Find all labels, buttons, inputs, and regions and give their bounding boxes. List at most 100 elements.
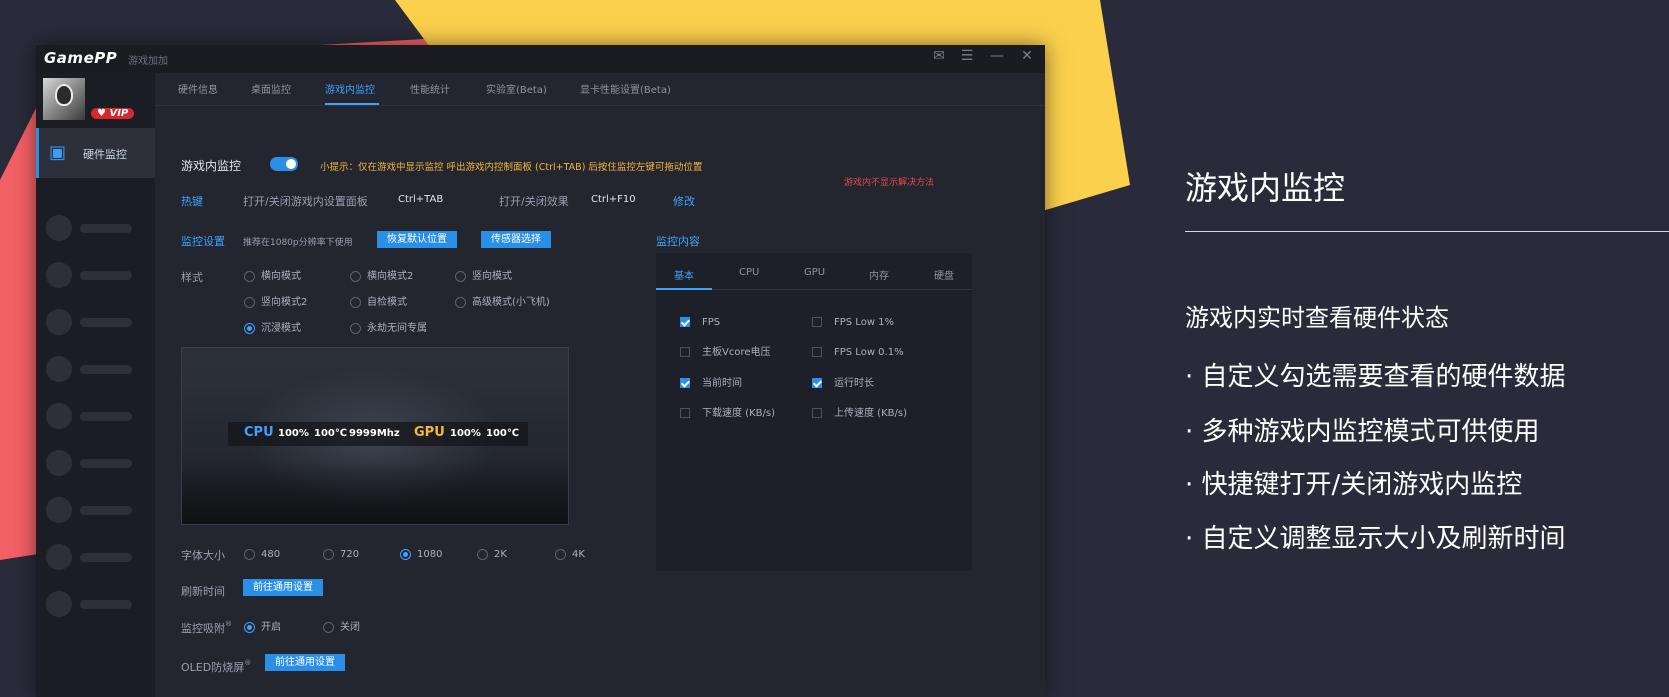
- preview-overlay-bar: CPU 100% 100℃ 9999Mhz GPU 100% 100℃: [228, 422, 528, 446]
- tab-gpu-settings[interactable]: 显卡性能设置(Beta): [580, 81, 671, 96]
- sidebar-placeholder-item[interactable]: [46, 309, 146, 335]
- tab-lab[interactable]: 实验室(Beta): [486, 81, 547, 96]
- app-subtitle: 游戏加加: [128, 56, 168, 67]
- content-tab-basic[interactable]: 基本: [674, 267, 694, 282]
- tab-ingame-monitor[interactable]: 游戏内监控: [325, 81, 375, 96]
- style-radio-naraka[interactable]: 永劫无间专属: [350, 323, 427, 335]
- snap-radio-on[interactable]: 开启: [244, 622, 281, 634]
- preview-cpu-usage: 100%: [278, 428, 309, 439]
- promo-bullet: · 多种游戏内监控模式可供使用: [1185, 417, 1540, 447]
- sidebar-item-label: 硬件监控: [83, 148, 127, 161]
- preview-cpu-label: CPU: [244, 425, 274, 440]
- resolution-hint: 推荐在1080p分辨率下使用: [243, 238, 353, 248]
- overlay-preview: CPU 100% 100℃ 9999Mhz GPU 100% 100℃: [181, 347, 569, 525]
- font-size-radio-720[interactable]: 720: [323, 549, 359, 561]
- content-tab-disk[interactable]: 硬盘: [934, 267, 954, 282]
- mail-icon[interactable]: ✉: [929, 48, 949, 64]
- font-size-radio-480[interactable]: 480: [244, 549, 280, 561]
- sidebar-placeholder-item[interactable]: [46, 356, 146, 382]
- top-tabs: 硬件信息 桌面监控 游戏内监控 性能统计 实验室(Beta) 显卡性能设置(Be…: [155, 73, 1045, 106]
- content-tab-memory[interactable]: 内存: [869, 267, 889, 282]
- sidebar-placeholder-item[interactable]: [46, 497, 146, 523]
- style-radio-advanced[interactable]: 高级模式(小飞机): [455, 297, 550, 309]
- font-size-radio-1080[interactable]: 1080: [400, 549, 442, 561]
- promo-bullet: · 自定义调整显示大小及刷新时间: [1185, 524, 1566, 554]
- sidebar-placeholder-item[interactable]: [46, 450, 146, 476]
- checkbox-vcore[interactable]: 主板Vcore电压: [680, 347, 771, 359]
- checkbox-fps-low-1[interactable]: FPS Low 1%: [812, 317, 894, 329]
- font-size-radio-2k[interactable]: 2K: [477, 549, 507, 561]
- oled-label: OLED防烧屏®: [181, 659, 252, 674]
- avatar[interactable]: [43, 78, 85, 120]
- monitor-content-panel: 基本 CPU GPU 内存 硬盘 FPS FPS Low 1% 主板Vcore电…: [656, 253, 972, 571]
- refresh-time-label: 刷新时间: [181, 585, 225, 598]
- preview-cpu-temp: 100℃: [314, 428, 347, 439]
- checkbox-current-time[interactable]: 当前时间: [680, 378, 742, 390]
- promo-bullet: · 快捷键打开/关闭游戏内监控: [1185, 470, 1523, 500]
- sidebar-placeholder-item[interactable]: [46, 544, 146, 570]
- sensor-select-button[interactable]: 传感器选择: [481, 231, 551, 248]
- tab-performance-stats[interactable]: 性能统计: [410, 81, 450, 96]
- content-tab-gpu[interactable]: GPU: [804, 267, 825, 278]
- promo-subtitle: 游戏内实时查看硬件状态: [1185, 304, 1449, 332]
- refresh-go-settings-button[interactable]: 前往通用设置: [243, 579, 323, 596]
- menu-icon[interactable]: ☰: [957, 48, 977, 64]
- font-size-label: 字体大小: [181, 549, 225, 562]
- checkbox-fps[interactable]: FPS: [680, 317, 720, 329]
- preview-gpu-temp: 100℃: [486, 428, 519, 439]
- preview-cpu-freq: 9999Mhz: [349, 428, 400, 439]
- style-radio-vertical[interactable]: 竖向模式: [455, 271, 512, 283]
- promo-divider: [1185, 231, 1669, 232]
- promo-bullet: · 自定义勾选需要查看的硬件数据: [1185, 362, 1566, 392]
- not-shown-solution-link[interactable]: 游戏内不显示解决方法: [844, 175, 934, 188]
- sidebar-placeholder-item[interactable]: [46, 403, 146, 429]
- sidebar-item-hardware-monitor[interactable]: ▣ 硬件监控: [36, 128, 155, 178]
- content-tab-indicator: [656, 288, 712, 290]
- checkbox-fps-low-01[interactable]: FPS Low 0.1%: [812, 347, 904, 359]
- tip-text: 小提示：仅在游戏中显示监控 呼出游戏内控制面板 (Ctrl+TAB) 后按住监控…: [320, 162, 703, 173]
- content-tab-cpu[interactable]: CPU: [739, 267, 759, 278]
- hotkey-modify-link[interactable]: 修改: [673, 193, 695, 209]
- sidebar: ♥ VIP ▣ 硬件监控: [36, 73, 155, 697]
- tab-hardware-info[interactable]: 硬件信息: [178, 81, 218, 96]
- sidebar-placeholder-item[interactable]: [46, 215, 146, 241]
- sidebar-placeholder-item[interactable]: [46, 262, 146, 288]
- oled-go-settings-button[interactable]: 前往通用设置: [265, 654, 345, 671]
- preview-gpu-usage: 100%: [450, 428, 481, 439]
- title-bar: GamePP 游戏加加 ✉ ☰ — ✕: [36, 45, 1045, 73]
- hotkey-open-settings-key: Ctrl+TAB: [398, 194, 444, 205]
- gamepp-window: GamePP 游戏加加 ✉ ☰ — ✕ ♥ VIP ▣ 硬件监控 硬件信息 桌面…: [36, 45, 1045, 697]
- ingame-monitor-label: 游戏内监控: [181, 159, 242, 173]
- style-radio-horizontal-2[interactable]: 横向模式2: [350, 271, 413, 283]
- minimize-icon[interactable]: —: [987, 48, 1007, 64]
- style-radio-vertical-2[interactable]: 竖向模式2: [244, 297, 307, 309]
- hotkey-open-settings: 打开/关闭游戏内设置面板: [243, 195, 368, 208]
- vip-badge: ♥ VIP: [91, 108, 135, 119]
- ingame-monitor-toggle[interactable]: [270, 157, 298, 171]
- style-label: 样式: [181, 271, 203, 284]
- snap-radio-off[interactable]: 关闭: [323, 622, 360, 634]
- style-radio-horizontal[interactable]: 横向模式: [244, 271, 301, 283]
- close-icon[interactable]: ✕: [1017, 48, 1037, 64]
- active-tab-indicator: [325, 103, 379, 105]
- monitor-content-label: 监控内容: [656, 235, 700, 248]
- tab-desktop-monitor[interactable]: 桌面监控: [251, 81, 291, 96]
- promo-title: 游戏内监控: [1185, 169, 1346, 207]
- app-logo: GamePP: [44, 49, 118, 67]
- checkbox-download-speed[interactable]: 下载速度 (KB/s): [680, 408, 775, 420]
- promo-text-panel: 游戏内监控 游戏内实时查看硬件状态 · 自定义勾选需要查看的硬件数据 · 多种游…: [1185, 0, 1669, 697]
- snap-label: 监控吸附®: [181, 620, 232, 635]
- hotkey-toggle-effect-key: Ctrl+F10: [591, 194, 636, 205]
- reset-position-button[interactable]: 恢复默认位置: [377, 231, 457, 248]
- monitor-icon: ▣: [49, 142, 67, 163]
- style-radio-self-check[interactable]: 自检模式: [350, 297, 407, 309]
- checkbox-run-time[interactable]: 运行时长: [812, 378, 874, 390]
- main-content: 硬件信息 桌面监控 游戏内监控 性能统计 实验室(Beta) 显卡性能设置(Be…: [155, 73, 1045, 697]
- checkbox-upload-speed[interactable]: 上传速度 (KB/s): [812, 408, 907, 420]
- font-size-radio-4k[interactable]: 4K: [555, 549, 585, 561]
- style-radio-immersive[interactable]: 沉浸模式: [244, 323, 301, 335]
- hotkey-toggle-effect: 打开/关闭效果: [499, 195, 569, 208]
- hotkey-label: 热键: [181, 195, 203, 208]
- preview-gpu-label: GPU: [414, 425, 445, 440]
- sidebar-placeholder-item[interactable]: [46, 591, 146, 617]
